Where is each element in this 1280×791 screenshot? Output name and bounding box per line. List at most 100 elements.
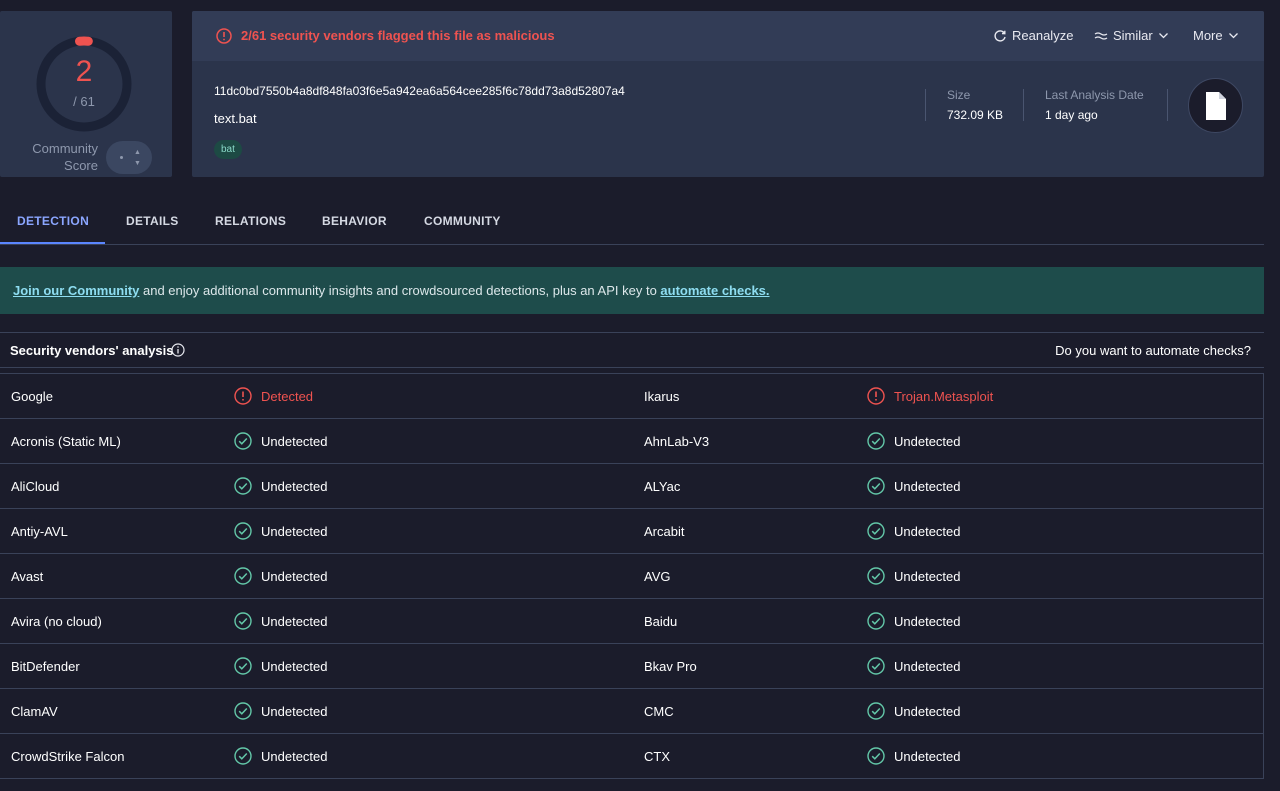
check-circle-icon (234, 522, 252, 540)
file-hash[interactable]: 11dc0bd7550b4a8df848fa03f6e5a942ea6a564c… (214, 84, 625, 98)
vendor-name: ALYac (644, 479, 681, 494)
vendor-name: AVG (644, 569, 671, 584)
vendor-name: CTX (644, 749, 670, 764)
vote-dot-icon (120, 156, 123, 159)
size-value: 732.09 KB (947, 108, 1004, 122)
divider (925, 89, 926, 121)
file-type-badge (1188, 78, 1243, 133)
check-circle-icon (867, 477, 885, 495)
size-label: Size (947, 88, 971, 102)
vendor-result-text: Detected (261, 388, 314, 404)
chevron-down-icon (1228, 33, 1238, 39)
vendor-name: Google (11, 389, 53, 404)
vendor-result-text: Undetected (261, 568, 328, 584)
vendor-result-text: Undetected (894, 748, 961, 764)
check-circle-icon (234, 747, 252, 765)
vendor-name: AhnLab-V3 (644, 434, 710, 449)
tab-relations[interactable]: RELATIONS (215, 214, 286, 228)
vote-arrows-icon: ▲ ▼ (134, 149, 141, 167)
vendor-name: ClamAV (11, 704, 58, 719)
tab-community[interactable]: COMMUNITY (424, 214, 501, 228)
vendor-name: BitDefender (11, 659, 80, 674)
vendor-result: Trojan.Metasploit (867, 387, 993, 405)
vendor-name: Avast (11, 569, 44, 584)
divider (1023, 89, 1024, 121)
check-circle-icon (234, 432, 252, 450)
community-vote-toggle[interactable]: ▲ ▼ (106, 141, 152, 174)
check-circle-icon (867, 567, 885, 585)
tab-details[interactable]: DETAILS (126, 214, 179, 228)
vendor-result: Undetected (867, 702, 961, 720)
detection-count: 2 (75, 55, 93, 88)
vendor-result-text: Undetected (261, 748, 328, 764)
alert-text: 2/61 security vendors flagged this file … (241, 28, 555, 43)
alert-circle-icon (216, 28, 232, 44)
more-dropdown[interactable]: More (1193, 28, 1239, 43)
table-row: Google Detected Ikarus Trojan.Metasploit (0, 374, 1263, 419)
vendor-result: Undetected (867, 612, 961, 630)
table-row: CrowdStrike Falcon Undetected CTX Undetecte… (0, 734, 1263, 779)
check-circle-icon (867, 702, 885, 720)
vendor-name: Baidu (644, 614, 678, 629)
check-circle-icon (867, 747, 885, 765)
table-row: Antiy-AVL Undetected Arcabit Undetected (0, 509, 1263, 554)
info-icon[interactable] (171, 343, 185, 357)
vendor-result-text: Trojan.Metasploit (894, 388, 994, 404)
table-row: Avira (no cloud) Undetected Baidu Undetecte… (0, 599, 1263, 644)
check-circle-icon (867, 432, 885, 450)
last-analysis-value: 1 day ago (1045, 108, 1098, 122)
vendor-name: Avira (no cloud) (11, 614, 102, 629)
vendor-result: Undetected (234, 522, 328, 540)
report-tabs: DETECTION DETAILS RELATIONS BEHAVIOR COM… (0, 196, 1264, 245)
vendor-result: Undetected (867, 477, 961, 495)
tab-detection[interactable]: DETECTION (17, 214, 89, 228)
community-score-label: Community Score (32, 141, 98, 173)
vendor-result: Undetected (234, 747, 328, 765)
vendor-name: Antiy-AVL (11, 524, 68, 539)
banner-text: Join our Community and enjoy additional … (13, 283, 770, 298)
vendor-result-text: Undetected (261, 703, 328, 719)
vendors-analysis-title: Security vendors' analysis (10, 343, 174, 358)
vendor-result-text: Undetected (894, 613, 961, 629)
automate-checks-link[interactable]: automate checks. (660, 283, 769, 298)
join-community-link[interactable]: Join our Community (13, 283, 139, 298)
tab-behavior[interactable]: BEHAVIOR (322, 214, 387, 228)
vendor-result: Undetected (867, 522, 961, 540)
malicious-alert-bar: 2/61 security vendors flagged this file … (192, 11, 1264, 61)
table-row: ClamAV Undetected CMC Undetected (0, 689, 1263, 734)
chevron-down-icon (1158, 33, 1168, 39)
vendor-result-text: Undetected (261, 613, 328, 629)
vendors-analysis-header: Security vendors' analysis Do you want t… (0, 332, 1264, 368)
vendor-result-text: Undetected (894, 568, 961, 584)
vendor-result-text: Undetected (894, 658, 961, 674)
reanalyze-button[interactable]: Reanalyze (993, 28, 1073, 43)
last-analysis-label: Last Analysis Date (1045, 88, 1144, 102)
file-icon (1206, 92, 1226, 120)
vendor-name: Bkav Pro (644, 659, 697, 674)
community-score-card: 2 / 61 Community Score ▲ ▼ (0, 11, 172, 177)
refresh-icon (994, 29, 1006, 42)
automate-checks-prompt[interactable]: Do you want to automate checks? (1055, 343, 1251, 358)
vendor-result: Undetected (234, 657, 328, 675)
file-type-tag[interactable]: bat (214, 140, 242, 159)
check-circle-icon (234, 477, 252, 495)
vendor-name: Acronis (Static ML) (11, 434, 121, 449)
file-summary-card: 2/61 security vendors flagged this file … (192, 11, 1264, 177)
table-row: AliCloud Undetected ALYac Undetected (0, 464, 1263, 509)
similar-dropdown[interactable]: Similar (1094, 28, 1169, 43)
vendor-name: Ikarus (644, 389, 680, 404)
active-tab-indicator (0, 242, 105, 244)
table-row: BitDefender Undetected Bkav Pro Undetected (0, 644, 1263, 689)
check-circle-icon (234, 612, 252, 630)
divider (1167, 89, 1168, 121)
vendor-result-text: Undetected (261, 658, 328, 674)
banner-middle-text: and enjoy additional community insights … (139, 283, 661, 298)
vendor-result-text: Undetected (894, 703, 961, 719)
check-circle-icon (234, 702, 252, 720)
vendor-result: Detected (234, 387, 313, 405)
vendor-name: CrowdStrike Falcon (11, 749, 125, 764)
vendor-result-text: Undetected (261, 478, 328, 494)
alert-circle-icon (867, 387, 885, 405)
vendor-result: Undetected (234, 432, 328, 450)
alert-circle-icon (234, 387, 252, 405)
